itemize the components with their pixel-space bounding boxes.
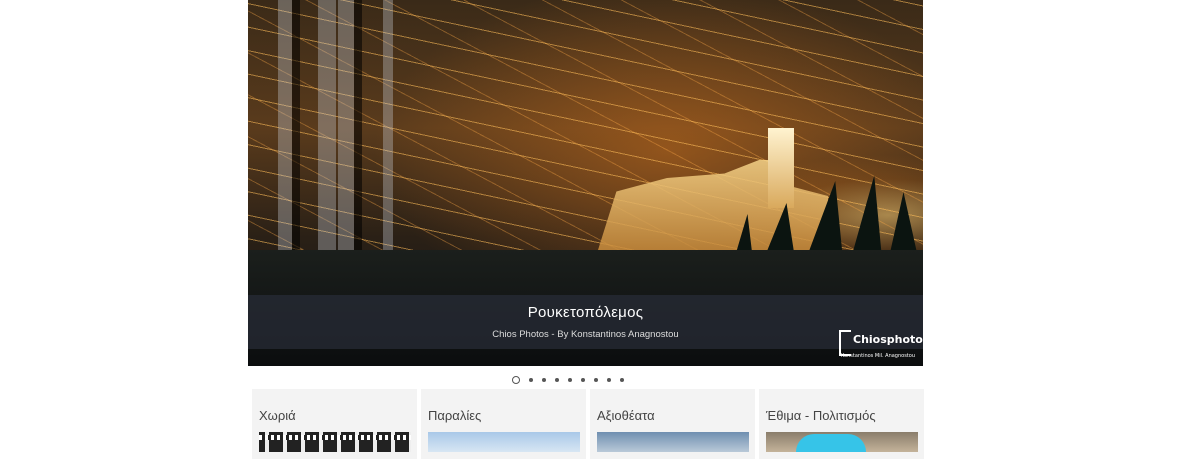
slide-dot-6[interactable] — [581, 378, 585, 382]
card-customs[interactable]: Έθιμα - Πολιτισμός — [759, 389, 924, 459]
card-title[interactable]: Αξιοθέατα — [597, 408, 655, 423]
category-cards: Χωριά Παραλίες Αξιοθέατα Έθιμα - Πολιτισ… — [252, 389, 924, 459]
card-title[interactable]: Παραλίες — [428, 408, 481, 423]
logo-text: Chiosphotos — [853, 333, 923, 346]
slide-dot-3[interactable] — [542, 378, 546, 382]
logo-credit: Konstantinos Mil. Anagnostou — [841, 353, 915, 359]
card-sights[interactable]: Αξιοθέατα — [590, 389, 755, 459]
slide-dot-1[interactable] — [512, 376, 520, 384]
slider-pagination — [512, 375, 624, 385]
customs-thumbnail[interactable] — [766, 432, 918, 452]
slide-dot-7[interactable] — [594, 378, 598, 382]
caption-subtitle: Chios Photos - By Konstantinos Anagnosto… — [492, 329, 679, 340]
card-title[interactable]: Έθιμα - Πολιτισμός — [766, 408, 876, 423]
beach-thumbnail[interactable] — [428, 432, 580, 452]
card-title[interactable]: Χωριά — [259, 408, 296, 423]
slide-dot-8[interactable] — [607, 378, 611, 382]
slide-dot-4[interactable] — [555, 378, 559, 382]
bell-tower — [768, 128, 794, 208]
card-villages[interactable]: Χωριά — [252, 389, 417, 459]
slide-caption: Ρουκετοπόλεμος Chios Photos - By Konstan… — [248, 295, 923, 349]
slide-dot-2[interactable] — [529, 378, 533, 382]
slide-dot-5[interactable] — [568, 378, 572, 382]
slide-dot-9[interactable] — [620, 378, 624, 382]
sights-thumbnail[interactable] — [597, 432, 749, 452]
caption-title: Ρουκετοπόλεμος — [527, 304, 644, 321]
hero-slider[interactable]: Ρουκετοπόλεμος Chios Photos - By Konstan… — [248, 0, 923, 366]
chiosphotos-logo: Chiosphotos Konstantinos Mil. Anagnostou — [839, 330, 923, 359]
village-thumbnail[interactable] — [259, 432, 411, 452]
card-beaches[interactable]: Παραλίες — [421, 389, 586, 459]
